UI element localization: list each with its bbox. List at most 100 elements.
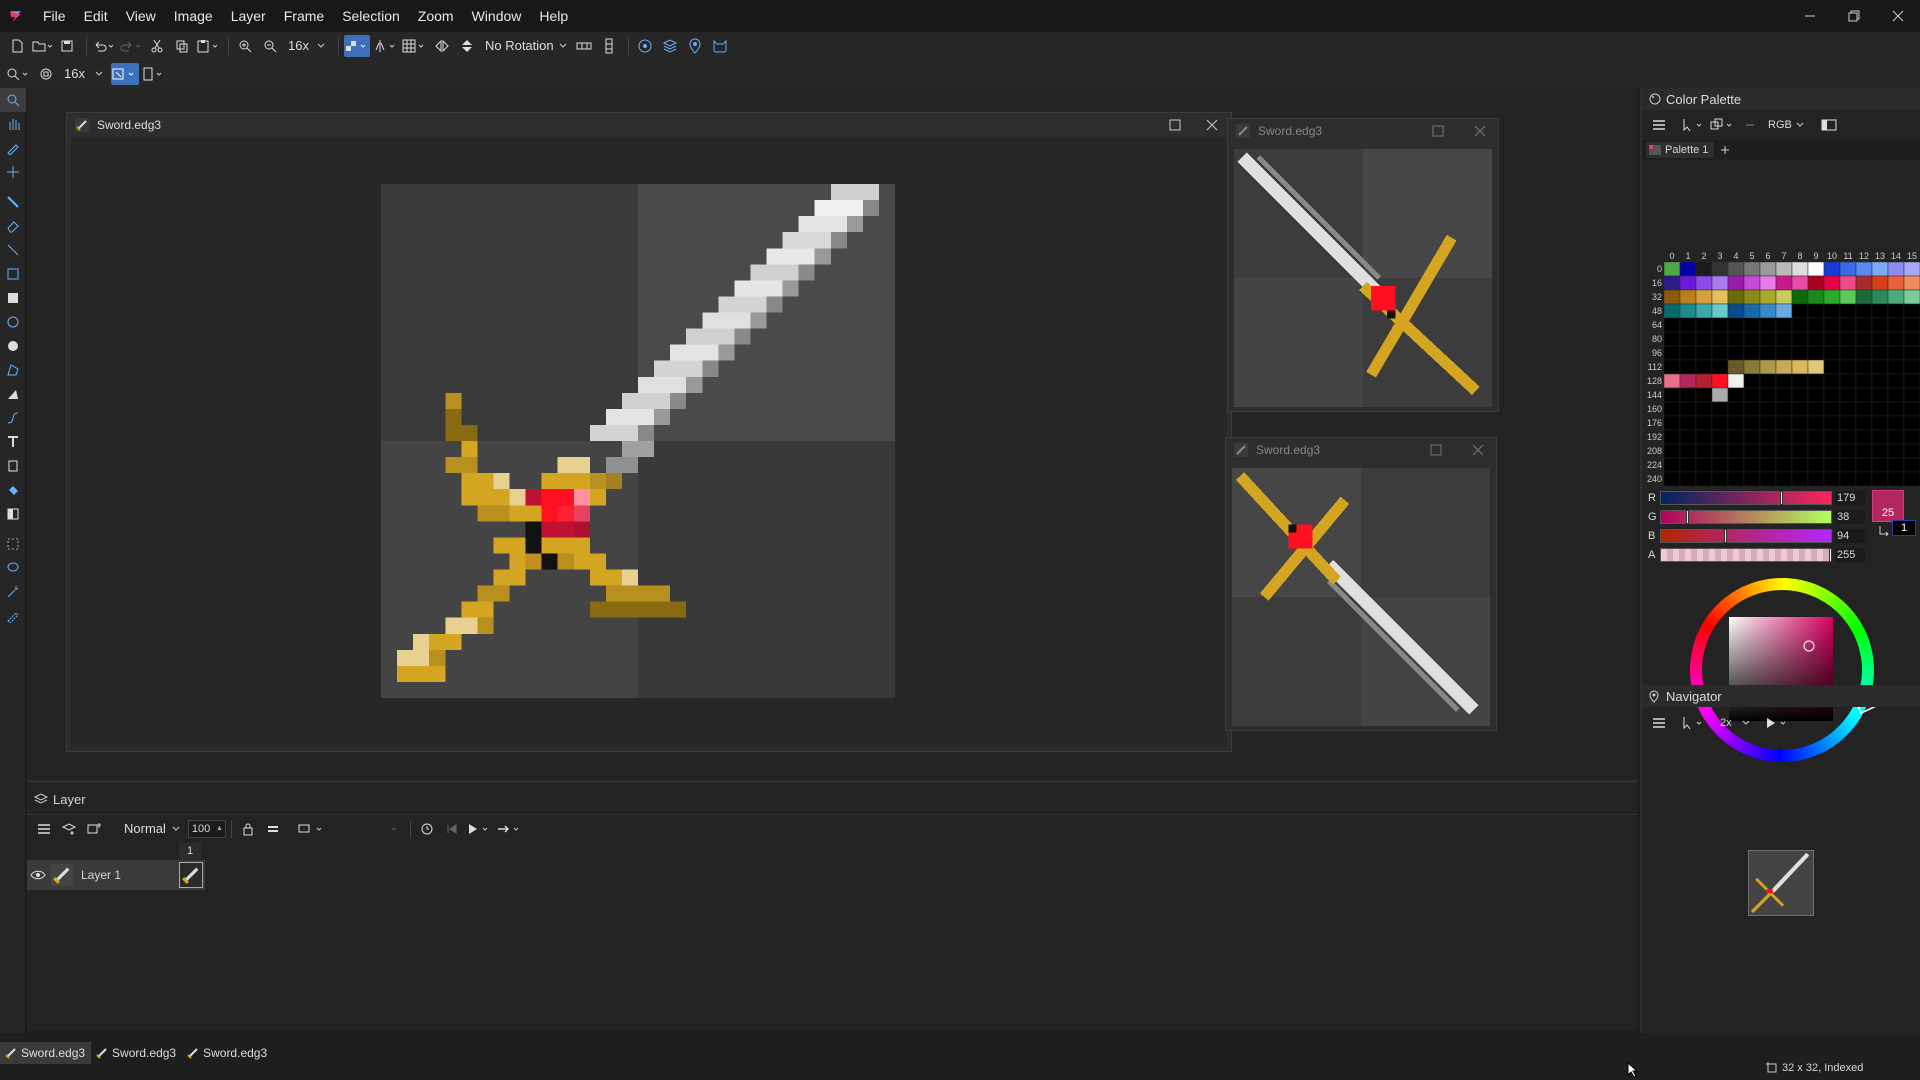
navigator-thumbnail[interactable] — [1748, 850, 1814, 916]
palette-swatch[interactable] — [1711, 289, 1729, 305]
palette-swatch[interactable] — [1679, 429, 1697, 445]
palette-swatch[interactable] — [1679, 471, 1697, 486]
palette-swatch[interactable] — [1727, 289, 1745, 305]
palette-swatch[interactable] — [1679, 289, 1697, 305]
zoom-in-button[interactable] — [234, 35, 256, 57]
palette-swatch[interactable] — [1791, 331, 1809, 347]
palette-swatch[interactable] — [1855, 317, 1873, 333]
menu-zoom[interactable]: Zoom — [409, 0, 463, 32]
palette-swatch[interactable] — [1871, 387, 1889, 403]
animation-preview-button[interactable] — [634, 35, 656, 57]
palette-swatch[interactable] — [1695, 359, 1713, 375]
palette-swatch[interactable] — [1711, 261, 1729, 277]
navigator-cursor-button[interactable] — [1681, 712, 1707, 734]
palette-swatch[interactable] — [1759, 359, 1777, 375]
palette-swatch[interactable] — [1855, 289, 1873, 305]
palette-swatch[interactable] — [1663, 331, 1681, 347]
filled-ellipse-tool[interactable] — [0, 334, 26, 358]
palette-swatch[interactable] — [1711, 359, 1729, 375]
palette-swatch[interactable] — [1887, 289, 1905, 305]
add-palette-button[interactable] — [1720, 142, 1730, 158]
palette-swatch[interactable] — [1679, 401, 1697, 417]
paste-button[interactable] — [196, 35, 220, 57]
palette-swatch[interactable] — [1903, 457, 1920, 473]
navigator-menu-button[interactable] — [1648, 712, 1670, 734]
rect-select-tool[interactable] — [0, 532, 26, 556]
menu-help[interactable]: Help — [530, 0, 577, 32]
save-button[interactable] — [56, 35, 78, 57]
palette-swatch[interactable] — [1711, 345, 1729, 361]
palette-swatch[interactable] — [1775, 275, 1793, 291]
palette-select-mode[interactable] — [1681, 114, 1707, 136]
palette-swatch[interactable] — [1679, 373, 1697, 389]
menu-layer[interactable]: Layer — [222, 0, 275, 32]
palette-swatch[interactable] — [1855, 471, 1873, 486]
palette-swatch[interactable] — [1679, 303, 1697, 319]
palette-swatch[interactable] — [1839, 359, 1857, 375]
palette-swatch[interactable] — [1839, 415, 1857, 431]
merge-layer-button[interactable] — [262, 818, 284, 840]
palette-swatch[interactable] — [1807, 359, 1825, 375]
palette-swatch[interactable] — [1743, 443, 1761, 459]
palette-swatch[interactable] — [1855, 387, 1873, 403]
blue-slider[interactable] — [1660, 529, 1832, 543]
zoom-tool-options[interactable] — [6, 63, 32, 85]
palette-swatch[interactable] — [1823, 261, 1841, 277]
palette-swatch[interactable] — [1791, 471, 1809, 486]
palette-swatch[interactable] — [1807, 345, 1825, 361]
palette-swatch[interactable] — [1791, 317, 1809, 333]
palette-swatch[interactable] — [1695, 261, 1713, 277]
palette-swatch[interactable] — [1871, 359, 1889, 375]
palette-swatch[interactable] — [1727, 359, 1745, 375]
palette-swatch[interactable] — [1855, 261, 1873, 277]
ellipse-tool[interactable] — [0, 310, 26, 334]
palette-swatch[interactable] — [1887, 387, 1905, 403]
palette-swatch[interactable] — [1743, 317, 1761, 333]
stamp-tool[interactable] — [0, 454, 26, 478]
palette-swatch[interactable] — [1759, 261, 1777, 277]
palette-swatch[interactable] — [1871, 373, 1889, 389]
palette-swatch[interactable] — [1823, 359, 1841, 375]
secondary-color-swatch[interactable]: 1 — [1892, 520, 1916, 536]
palette-swatch[interactable] — [1855, 429, 1873, 445]
palette-swatch[interactable] — [1743, 373, 1761, 389]
palette-swatch[interactable] — [1903, 345, 1920, 361]
palette-swatch[interactable] — [1855, 401, 1873, 417]
palette-swatch[interactable] — [1839, 289, 1857, 305]
palette-swatch[interactable] — [1839, 331, 1857, 347]
eraser-tool[interactable] — [0, 214, 26, 238]
pencil-tool[interactable] — [0, 190, 26, 214]
palette-swatch[interactable] — [1903, 429, 1920, 445]
maximize-preview-1-button[interactable] — [1426, 119, 1450, 143]
restore-button[interactable] — [1832, 0, 1876, 32]
palette-swatch[interactable] — [1791, 373, 1809, 389]
palette-swatch[interactable] — [1823, 275, 1841, 291]
palette-swatch[interactable] — [1775, 401, 1793, 417]
palette-swatch[interactable] — [1743, 415, 1761, 431]
add-layer-button[interactable] — [58, 818, 80, 840]
palette-grid[interactable]: 0163248648096112128144160176192208224240… — [1644, 250, 1920, 486]
palette-swatch[interactable] — [1679, 443, 1697, 459]
palette-swatch[interactable] — [1807, 471, 1825, 486]
palette-swatch[interactable] — [1871, 443, 1889, 459]
flip-vertical-button[interactable] — [456, 35, 478, 57]
palette-swatch[interactable] — [1663, 317, 1681, 333]
palette-swatch[interactable] — [1871, 471, 1889, 486]
palette-view-button[interactable] — [1818, 114, 1840, 136]
navigator-zoom-dropdown[interactable]: 2x — [1716, 712, 1758, 734]
hue-ring-segment[interactable] — [1777, 578, 1783, 591]
layer-visibility-toggle[interactable] — [27, 869, 49, 881]
gradient-tool[interactable] — [0, 502, 26, 526]
palette-swatch[interactable] — [1663, 471, 1681, 486]
palette-swatch[interactable] — [1759, 387, 1777, 403]
duplicate-layer-button[interactable] — [83, 818, 105, 840]
palette-swatch[interactable] — [1759, 275, 1777, 291]
palette-swatch[interactable] — [1695, 415, 1713, 431]
palette-swatch[interactable] — [1743, 457, 1761, 473]
close-preview-1-button[interactable] — [1468, 119, 1492, 143]
preview-window-1-titlebar[interactable]: Sword.edg3 — [1228, 119, 1498, 143]
line-tool[interactable] — [0, 238, 26, 262]
pixel-grid-toggle[interactable] — [343, 34, 370, 57]
palette-swatch[interactable] — [1711, 373, 1729, 389]
palette-swatch[interactable] — [1791, 415, 1809, 431]
